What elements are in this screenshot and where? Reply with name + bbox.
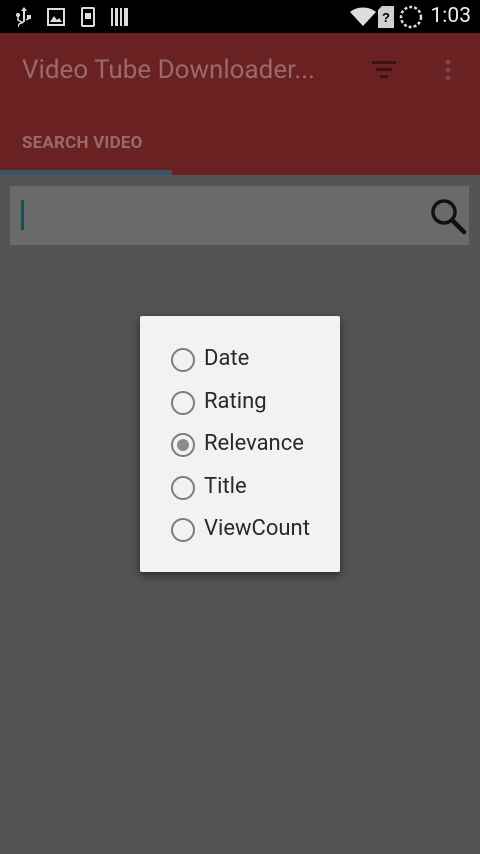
status-time: 1:03 [430,4,472,28]
radio-button[interactable] [171,476,195,500]
option-label: ViewCount [204,516,310,541]
more-options-button[interactable] [434,55,462,85]
tab-label: SEARCH VIDEO [22,133,143,153]
filter-icon [372,61,396,78]
no-sim-icon: ? [378,0,394,33]
svg-text:?: ? [382,10,390,25]
sort-option-relevance[interactable]: Relevance [140,425,340,467]
search-button[interactable] [428,196,468,236]
sim-card-icon [81,0,95,33]
tab-indicator [0,170,172,175]
radio-button[interactable] [171,433,195,457]
option-label: Rating [204,389,267,414]
search-icon [431,199,467,235]
status-bar: ? 1:03 [0,0,480,33]
sort-option-date[interactable]: Date [140,340,340,382]
image-icon [47,0,65,33]
radio-button[interactable] [171,518,195,542]
usb-icon [14,0,34,33]
sort-option-title[interactable]: Title [140,468,340,510]
tab-search-video[interactable]: SEARCH VIDEO [0,121,172,175]
option-label: Date [204,346,250,371]
barcode-icon [111,0,129,33]
sort-option-viewcount[interactable]: ViewCount [140,510,340,552]
option-label: Title [204,474,247,499]
sort-dialog: Date Rating Relevance Title ViewCount [140,316,340,572]
search-input[interactable] [10,186,469,245]
app-bar: Video Tube Downloader... SEARCH VIDEO [0,33,480,175]
radio-button[interactable] [171,348,195,372]
app-title: Video Tube Downloader... [22,55,315,85]
battery-loading-icon [398,0,424,33]
radio-button[interactable] [171,391,195,415]
text-cursor [21,200,24,230]
filter-button[interactable] [366,55,402,85]
option-label: Relevance [204,431,304,456]
wifi-icon [350,0,376,33]
sort-option-rating[interactable]: Rating [140,383,340,425]
more-vert-icon [445,59,451,81]
